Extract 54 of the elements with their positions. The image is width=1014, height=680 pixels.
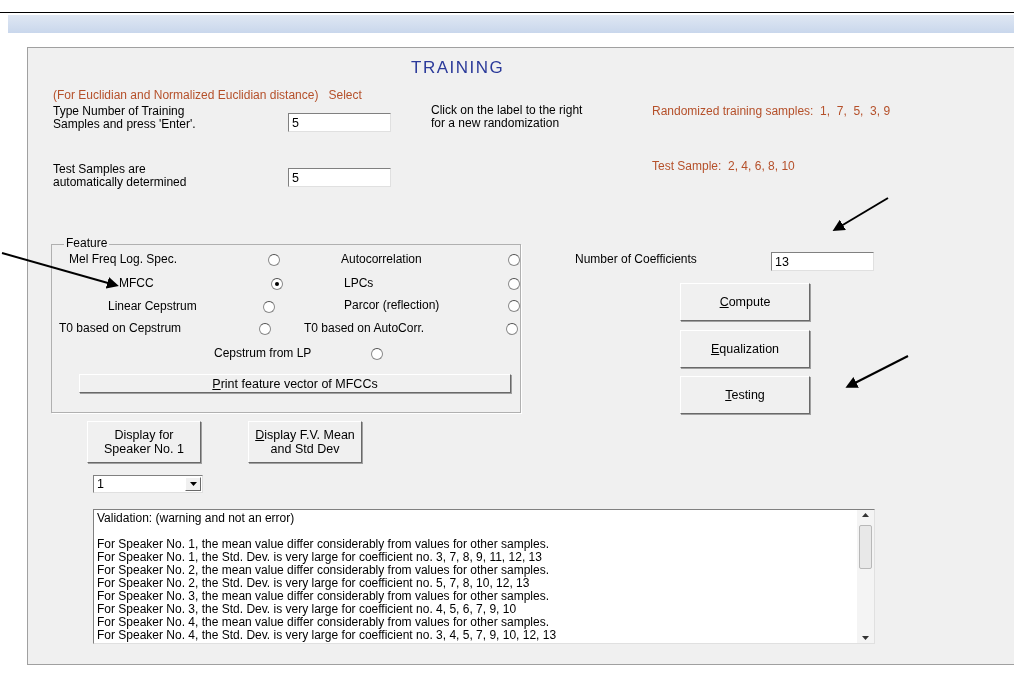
radio-button[interactable] [263, 301, 275, 313]
validation-line: For Speaker No. 1, the mean value differ considerably from values for other samples. [97, 538, 550, 551]
radio-button[interactable] [271, 278, 283, 290]
field-label: Number of Coefficients [575, 253, 697, 266]
randomized-text: Randomized training samples: 1, 7, 5, 3, 9 [652, 105, 891, 118]
dropdown-value: 1 [96, 477, 104, 491]
button[interactable]: Display F.V. Mean and Std Dev [248, 421, 362, 463]
validation-line: For Speaker No. 2, the Std. Dev. is very large for coefficient no. 5, 7, 8, 10, 12, 13 [97, 577, 530, 590]
text-input[interactable]: 5 [288, 113, 391, 132]
form-title: TRAINING [411, 58, 505, 78]
validation-line: For Speaker No. 1, the Std. Dev. is very large for coefficient no. 3, 7, 8, 9, 11, 12, 13 [97, 551, 542, 564]
field-label: Test Samples are automatically determined [53, 163, 188, 189]
radio-label: LPCs [344, 277, 374, 290]
button[interactable]: Display for Speaker No. 1 [87, 421, 201, 463]
note-text: (For Euclidian and Normalized Euclidian distance) Select [53, 89, 362, 102]
speaker-dropdown[interactable]: 1 [93, 475, 203, 493]
button[interactable]: Print feature vector of MFCCs [79, 374, 511, 393]
validation-line: For Speaker No. 2, the mean value differ considerably from values for other samples. [97, 564, 550, 577]
validation-line: For Speaker No. 3, the Std. Dev. is very large for coefficient no. 4, 5, 6, 7, 9, 10 [97, 603, 517, 616]
validation-line: For Speaker No. 3, the mean value differ considerably from values for other samples. [97, 590, 550, 603]
radio-button[interactable] [268, 254, 280, 266]
radio-button[interactable] [371, 348, 383, 360]
text-input[interactable]: 5 [288, 168, 391, 187]
text-input[interactable]: 13 [771, 252, 874, 271]
radio-label: T0 based on AutoCorr. [304, 322, 425, 335]
radio-label: Linear Cepstrum [108, 300, 197, 313]
radio-label: Parcor (reflection) [344, 299, 440, 312]
validation-line: For Speaker No. 4, the Std. Dev. is very large for coefficient no. 3, 4, 5, 7, 9, 10, 12, 13 [97, 629, 558, 642]
radio-button[interactable] [506, 323, 518, 335]
radio-button[interactable] [508, 254, 520, 266]
scrollbar[interactable] [857, 510, 874, 643]
hint-text: Click on the label to the right for a new randomization [431, 104, 584, 130]
radio-button[interactable] [508, 300, 520, 312]
radio-label: Autocorrelation [341, 253, 422, 266]
scroll-thumb[interactable] [859, 524, 872, 569]
arrow-icon [832, 197, 889, 232]
field-label: Type Number of Training Samples and press 'Enter'. [53, 105, 197, 131]
radio-label: MFCC [119, 277, 154, 290]
arrow-icon [845, 355, 909, 388]
scroll-down-icon[interactable] [862, 636, 869, 640]
arrow-icon [1, 252, 119, 289]
test-sample-text: Test Sample: 2, 4, 6, 8, 10 [652, 160, 795, 173]
scroll-up-icon[interactable] [862, 513, 869, 517]
button[interactable]: Testing [680, 376, 810, 414]
button[interactable]: Compute [680, 283, 810, 321]
validation-line: Validation: (warning and not an error) [97, 512, 296, 525]
radio-label: Cepstrum from LP [214, 347, 312, 360]
group-legend: Feature [64, 237, 110, 250]
radio-button[interactable] [508, 278, 520, 290]
button[interactable]: Equalization [680, 330, 810, 368]
validation-line: For Speaker No. 4, the mean value differ considerably from values for other samples. [97, 616, 550, 629]
radio-label: T0 based on Cepstrum [59, 322, 182, 335]
radio-label: Mel Freq Log. Spec. [69, 253, 178, 266]
radio-button[interactable] [259, 323, 271, 335]
